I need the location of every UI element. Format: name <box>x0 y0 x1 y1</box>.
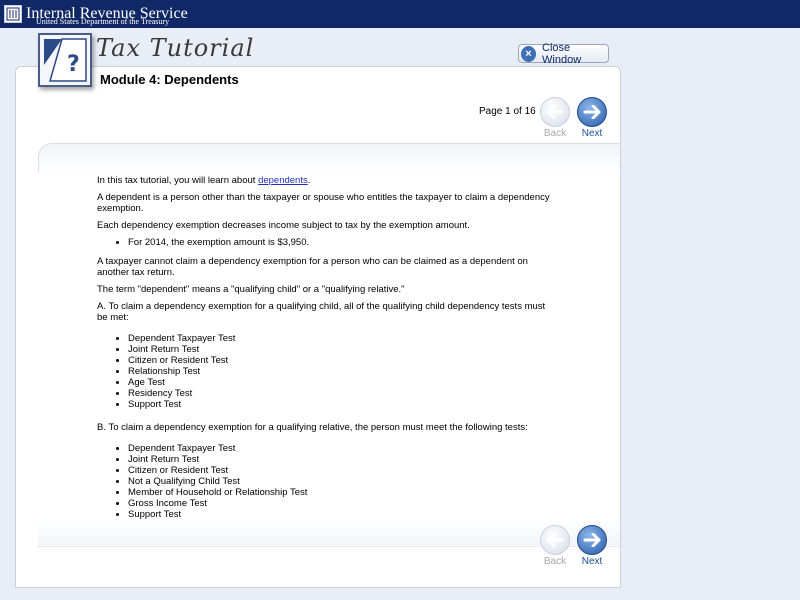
module-title: Module 4: Dependents <box>100 72 239 87</box>
tutorial-content: In this tax tutorial, you will learn abo… <box>97 175 557 528</box>
back-arrow-icon <box>540 525 570 555</box>
app-title: Tax Tutorial <box>96 34 255 62</box>
next-arrow-icon <box>577 97 607 127</box>
next-label: Next <box>581 556 603 567</box>
back-button-bottom[interactable]: Back <box>539 525 571 567</box>
department-name: United States Department of the Treasury <box>36 17 170 26</box>
list-item: Joint Return Test <box>128 454 557 465</box>
close-window-label: Close Window <box>542 41 582 66</box>
list-item: Gross Income Test <box>128 498 557 509</box>
list-item: Citizen or Resident Test <box>128 355 557 366</box>
bottom-navigation: Back Next <box>539 525 608 567</box>
list-item: Support Test <box>128 399 557 410</box>
list-item: Relationship Test <box>128 366 557 377</box>
next-arrow-icon <box>577 525 607 555</box>
paragraph-restriction: A taxpayer cannot claim a dependency exe… <box>97 256 528 278</box>
exemption-amount-list: For 2014, the exemption amount is $3,950… <box>128 237 557 248</box>
next-button-bottom[interactable]: Next <box>576 525 608 567</box>
dependents-link[interactable]: dependents <box>258 175 308 186</box>
list-item: Citizen or Resident Test <box>128 465 557 476</box>
section-a-heading: A. To claim a dependency exemption for a… <box>97 301 546 323</box>
intro-paragraph: In this tax tutorial, you will learn abo… <box>97 175 311 186</box>
top-navigation: Back Next <box>539 97 608 139</box>
close-icon: × <box>521 45 537 62</box>
back-arrow-icon <box>540 97 570 127</box>
content-footer-divider <box>38 519 620 547</box>
list-item: For 2014, the exemption amount is $3,950… <box>128 237 557 248</box>
question-book-icon: ? <box>38 33 92 87</box>
next-button-top[interactable]: Next <box>576 97 608 139</box>
list-item: Not a Qualifying Child Test <box>128 476 557 487</box>
qualifying-child-tests: Dependent Taxpayer Test Joint Return Tes… <box>128 333 557 410</box>
qualifying-relative-tests: Dependent Taxpayer Test Joint Return Tes… <box>128 443 557 520</box>
list-item: Dependent Taxpayer Test <box>128 333 557 344</box>
back-label: Back <box>543 128 567 139</box>
paragraph-definition: A dependent is a person other than the t… <box>97 192 550 214</box>
paragraph-exemption: Each dependency exemption decreases inco… <box>97 220 470 231</box>
list-item: Residency Test <box>128 388 557 399</box>
next-label: Next <box>581 128 603 139</box>
list-item: Age Test <box>128 377 557 388</box>
list-item: Joint Return Test <box>128 344 557 355</box>
page-indicator: Page 1 of 16 <box>479 106 536 117</box>
back-label: Back <box>543 556 567 567</box>
list-item: Member of Household or Relationship Test <box>128 487 557 498</box>
section-b-heading: B. To claim a dependency exemption for a… <box>97 422 528 433</box>
back-button-top[interactable]: Back <box>539 97 571 139</box>
close-window-button[interactable]: × Close Window <box>518 41 609 66</box>
content-header-divider <box>38 143 620 173</box>
svg-text:?: ? <box>67 52 80 77</box>
paragraph-term: The term "dependent" means a "qualifying… <box>97 284 405 295</box>
list-item: Dependent Taxpayer Test <box>128 443 557 454</box>
